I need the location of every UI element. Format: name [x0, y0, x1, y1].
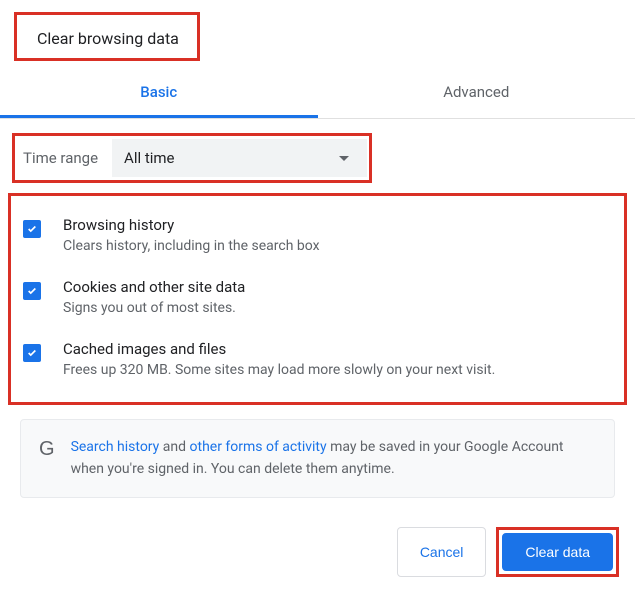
chevron-down-icon: [339, 156, 349, 161]
time-range-select[interactable]: All time: [112, 139, 367, 177]
checkbox-cookies[interactable]: [23, 282, 41, 300]
option-label: Cookies and other site data: [63, 278, 245, 296]
tab-advanced[interactable]: Advanced: [318, 69, 635, 118]
tab-basic[interactable]: Basic: [0, 69, 318, 118]
options-box: Browsing history Clears history, includi…: [8, 193, 627, 405]
option-browsing-history: Browsing history Clears history, includi…: [19, 204, 618, 266]
button-row: Cancel Clear data: [397, 527, 619, 577]
checkbox-cached[interactable]: [23, 344, 41, 362]
dialog-title: Clear browsing data: [14, 12, 200, 61]
google-icon: G: [39, 438, 55, 461]
info-text: Search history and other forms of activi…: [71, 436, 596, 481]
option-label: Browsing history: [63, 216, 320, 234]
checkbox-browsing-history[interactable]: [23, 220, 41, 238]
checkmark-icon: [27, 286, 37, 296]
time-range-row: Time range All time: [12, 133, 372, 183]
option-cookies: Cookies and other site data Signs you ou…: [19, 266, 618, 328]
option-desc: Clears history, including in the search …: [63, 238, 320, 254]
option-desc: Signs you out of most sites.: [63, 300, 245, 316]
time-range-label: Time range: [17, 149, 112, 167]
time-range-value: All time: [124, 149, 174, 167]
option-cached: Cached images and files Frees up 320 MB.…: [19, 328, 618, 390]
cancel-button[interactable]: Cancel: [397, 527, 487, 577]
checkmark-icon: [27, 348, 37, 358]
link-search-history[interactable]: Search history: [71, 439, 160, 455]
option-desc: Frees up 320 MB. Some sites may load mor…: [63, 362, 495, 378]
tabs: Basic Advanced: [0, 69, 635, 119]
info-text-mid: and: [159, 439, 189, 455]
info-box: G Search history and other forms of acti…: [20, 419, 615, 498]
clear-data-button[interactable]: Clear data: [502, 533, 613, 571]
checkmark-icon: [27, 224, 37, 234]
clear-data-highlight: Clear data: [496, 527, 619, 577]
option-label: Cached images and files: [63, 340, 495, 358]
link-other-activity[interactable]: other forms of activity: [190, 439, 327, 455]
